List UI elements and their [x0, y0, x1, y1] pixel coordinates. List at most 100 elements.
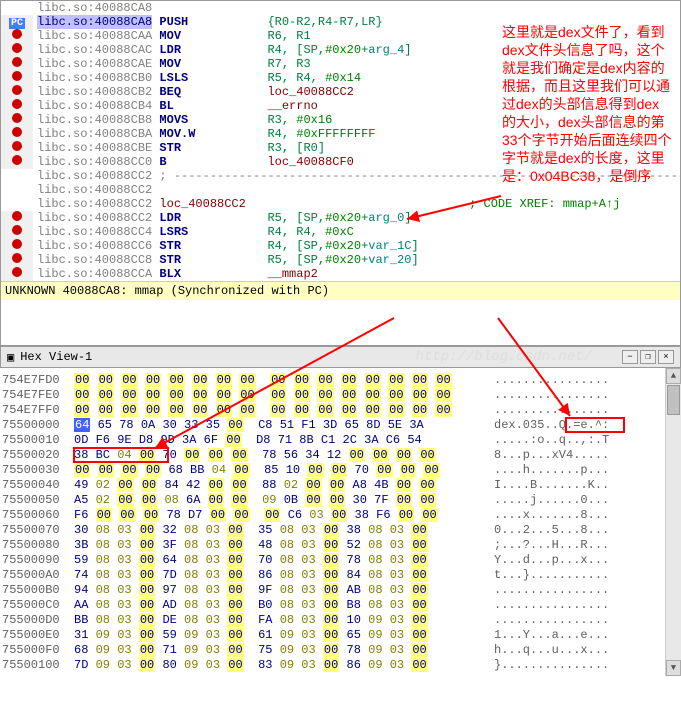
gutter [1, 85, 33, 99]
code-text: libc.so:40088CC4 LSRS R4, R4, #0xC [33, 225, 680, 239]
hex-bytes[interactable]: AA 08 03 00 AD 08 03 00 B0 08 03 00 B8 0… [74, 598, 494, 612]
gutter [1, 141, 33, 155]
gutter [1, 211, 33, 225]
hex-ascii: ................ [494, 403, 609, 417]
hex-row[interactable]: 754E7FD000 00 00 00 00 00 00 00 00 00 00… [2, 372, 679, 387]
hex-bytes[interactable]: 00 00 00 00 68 BB 04 00 85 10 00 00 70 0… [74, 463, 494, 477]
hex-ascii: .....:o..q..,:.T [494, 433, 609, 447]
hex-row[interactable]: 7550007030 08 03 00 32 08 03 00 35 08 03… [2, 522, 679, 537]
hex-bytes[interactable]: 3B 08 03 00 3F 08 03 00 48 08 03 00 52 0… [74, 538, 494, 552]
hex-ascii: }............... [494, 658, 609, 672]
hex-address: 755000D0 [2, 613, 74, 627]
hex-row[interactable]: 7550009059 08 03 00 64 08 03 00 70 08 03… [2, 552, 679, 567]
scroll-down-button[interactable]: ▼ [666, 660, 681, 676]
gutter [1, 113, 33, 127]
hex-ascii: ................ [494, 373, 609, 387]
gutter: PC [1, 15, 33, 29]
hex-body[interactable]: 754E7FD000 00 00 00 00 00 00 00 00 00 00… [0, 368, 681, 676]
hex-address: 75500080 [2, 538, 74, 552]
hex-bytes[interactable]: A5 02 00 00 08 6A 00 00 09 0B 00 00 30 7… [74, 493, 494, 507]
hex-row[interactable]: 75500060F6 00 00 00 78 D7 00 00 00 C6 03… [2, 507, 679, 522]
hex-row[interactable]: 754E7FE000 00 00 00 00 00 00 00 00 00 00… [2, 387, 679, 402]
hex-bytes[interactable]: F6 00 00 00 78 D7 00 00 00 C6 03 00 38 F… [74, 508, 494, 522]
close-button[interactable]: × [658, 350, 674, 364]
watermark: http://blog.csdn.net/ [416, 349, 592, 365]
hex-bytes[interactable]: 94 08 03 00 97 08 03 00 9F 08 03 00 AB 0… [74, 583, 494, 597]
hex-row[interactable]: 755000D0BB 08 03 00 DE 08 03 00 FA 08 03… [2, 612, 679, 627]
hex-address: 754E7FE0 [2, 388, 74, 402]
hex-ascii: h...q...u...x... [494, 643, 609, 657]
hex-bytes[interactable]: 68 09 03 00 71 09 03 00 75 09 03 00 78 0… [74, 643, 494, 657]
scroll-up-button[interactable]: ▲ [666, 368, 681, 384]
hex-bytes[interactable]: 49 02 00 00 84 42 00 00 88 02 00 00 A8 4… [74, 478, 494, 492]
hex-bytes[interactable]: 00 00 00 00 00 00 00 00 00 00 00 00 00 0… [74, 373, 494, 387]
hex-address: 75500060 [2, 508, 74, 522]
hex-row[interactable]: 7550004049 02 00 00 84 42 00 00 88 02 00… [2, 477, 679, 492]
disasm-line[interactable]: libc.so:40088CC4 LSRS R4, R4, #0xC [1, 225, 680, 239]
hex-bytes[interactable]: 00 00 00 00 00 00 00 00 00 00 00 00 00 0… [74, 403, 494, 417]
minimize-button[interactable]: − [622, 350, 638, 364]
hex-address: 755000A0 [2, 568, 74, 582]
hex-bytes[interactable]: 59 08 03 00 64 08 03 00 70 08 03 00 78 0… [74, 553, 494, 567]
disasm-line[interactable]: libc.so:40088CC6 STR R4, [SP,#0x20+var_1… [1, 239, 680, 253]
gutter [1, 267, 33, 281]
disasm-line[interactable]: libc.so:40088CC2 [1, 183, 680, 197]
disasm-line[interactable]: libc.so:40088CA8 [1, 1, 680, 15]
hex-bytes[interactable]: 30 08 03 00 32 08 03 00 35 08 03 00 38 0… [74, 523, 494, 537]
hex-bytes[interactable]: BB 08 03 00 DE 08 03 00 FA 08 03 00 10 0… [74, 613, 494, 627]
hex-address: 75500090 [2, 553, 74, 567]
hex-address: 75500030 [2, 463, 74, 477]
hex-row[interactable]: 755000803B 08 03 00 3F 08 03 00 48 08 03… [2, 537, 679, 552]
hex-row[interactable]: 755000100D F6 9E D8 9D 3A 6F 00 D8 71 8B… [2, 432, 679, 447]
hex-bytes[interactable]: 00 00 00 00 00 00 00 00 00 00 00 00 00 0… [74, 388, 494, 402]
hex-row[interactable]: 7550000064 65 78 0A 30 33 35 00 C8 51 F1… [2, 417, 679, 432]
hex-view-title-bar[interactable]: ▣ Hex View-1 http://blog.csdn.net/ − ❐ × [0, 346, 681, 368]
disasm-line[interactable]: libc.so:40088CCA BLX __mmap2 [1, 267, 680, 281]
hex-row[interactable]: 75500050A5 02 00 00 08 6A 00 00 09 0B 00… [2, 492, 679, 507]
hex-row[interactable]: 755000F068 09 03 00 71 09 03 00 75 09 03… [2, 642, 679, 657]
hex-address: 755000B0 [2, 583, 74, 597]
disasm-line[interactable]: libc.so:40088CC2 LDR R5, [SP,#0x20+arg_0… [1, 211, 680, 225]
hex-bytes[interactable]: 31 09 03 00 59 09 03 00 61 09 03 00 65 0… [74, 628, 494, 642]
hex-ascii: 8...p...xV4..... [494, 448, 609, 462]
scroll-thumb[interactable] [667, 385, 680, 415]
gutter [1, 253, 33, 267]
hex-ascii: 0...2...5...8... [494, 523, 609, 537]
gutter [1, 127, 33, 141]
gutter [1, 99, 33, 113]
hex-address: 755000F0 [2, 643, 74, 657]
gutter [1, 155, 33, 169]
hex-row[interactable]: 755000B094 08 03 00 97 08 03 00 9F 08 03… [2, 582, 679, 597]
disassembly-pane[interactable]: libc.so:40088CA8 PClibc.so:40088CA8 PUSH… [0, 0, 681, 346]
code-text: libc.so:40088CC2 [33, 183, 680, 197]
restore-icon[interactable]: ▣ [7, 350, 14, 365]
hex-row[interactable]: 755001007D 09 03 00 80 09 03 00 83 09 03… [2, 657, 679, 672]
hex-bytes[interactable]: 0D F6 9E D8 9D 3A 6F 00 D8 71 8B C1 2C 3… [74, 433, 494, 447]
code-text: libc.so:40088CC2 loc_40088CC2 ; CODE XRE… [33, 197, 680, 211]
hex-row[interactable]: 7550002038 BC 04 00 70 00 00 00 78 56 34… [2, 447, 679, 462]
hex-ascii: ....h.......p... [494, 463, 609, 477]
hex-address: 75500050 [2, 493, 74, 507]
hex-view-pane[interactable]: ▣ Hex View-1 http://blog.csdn.net/ − ❐ ×… [0, 346, 681, 676]
hex-row[interactable]: 7550003000 00 00 00 68 BB 04 00 85 10 00… [2, 462, 679, 477]
gutter [1, 71, 33, 85]
hex-row[interactable]: 754E7FF000 00 00 00 00 00 00 00 00 00 00… [2, 402, 679, 417]
hex-bytes[interactable]: 38 BC 04 00 70 00 00 00 78 56 34 12 00 0… [74, 448, 494, 462]
code-text: libc.so:40088CC8 STR R5, [SP,#0x20+var_2… [33, 253, 680, 267]
hex-row[interactable]: 755000C0AA 08 03 00 AD 08 03 00 B0 08 03… [2, 597, 679, 612]
disasm-line[interactable]: libc.so:40088CC2 loc_40088CC2 ; CODE XRE… [1, 197, 680, 211]
maximize-button[interactable]: ❐ [640, 350, 656, 364]
hex-bytes[interactable]: 64 65 78 0A 30 33 35 00 C8 51 F1 3D 65 8… [74, 418, 494, 432]
hex-ascii: ................ [494, 583, 609, 597]
hex-row[interactable]: 755000A074 08 03 00 7D 08 03 00 86 08 03… [2, 567, 679, 582]
hex-ascii: 1...Y...a...e... [494, 628, 609, 642]
hex-address: 75500040 [2, 478, 74, 492]
window-buttons: − ❐ × [622, 350, 674, 364]
hex-row[interactable]: 755000E031 09 03 00 59 09 03 00 61 09 03… [2, 627, 679, 642]
disasm-line[interactable]: libc.so:40088CC8 STR R5, [SP,#0x20+var_2… [1, 253, 680, 267]
hex-bytes[interactable]: 74 08 03 00 7D 08 03 00 86 08 03 00 84 0… [74, 568, 494, 582]
hex-ascii: t...}........... [494, 568, 609, 582]
hex-bytes[interactable]: 7D 09 03 00 80 09 03 00 83 09 03 00 86 0… [74, 658, 494, 672]
vertical-scrollbar[interactable]: ▲ ▼ [665, 368, 681, 676]
hex-ascii: I....B.......K.. [494, 478, 609, 492]
